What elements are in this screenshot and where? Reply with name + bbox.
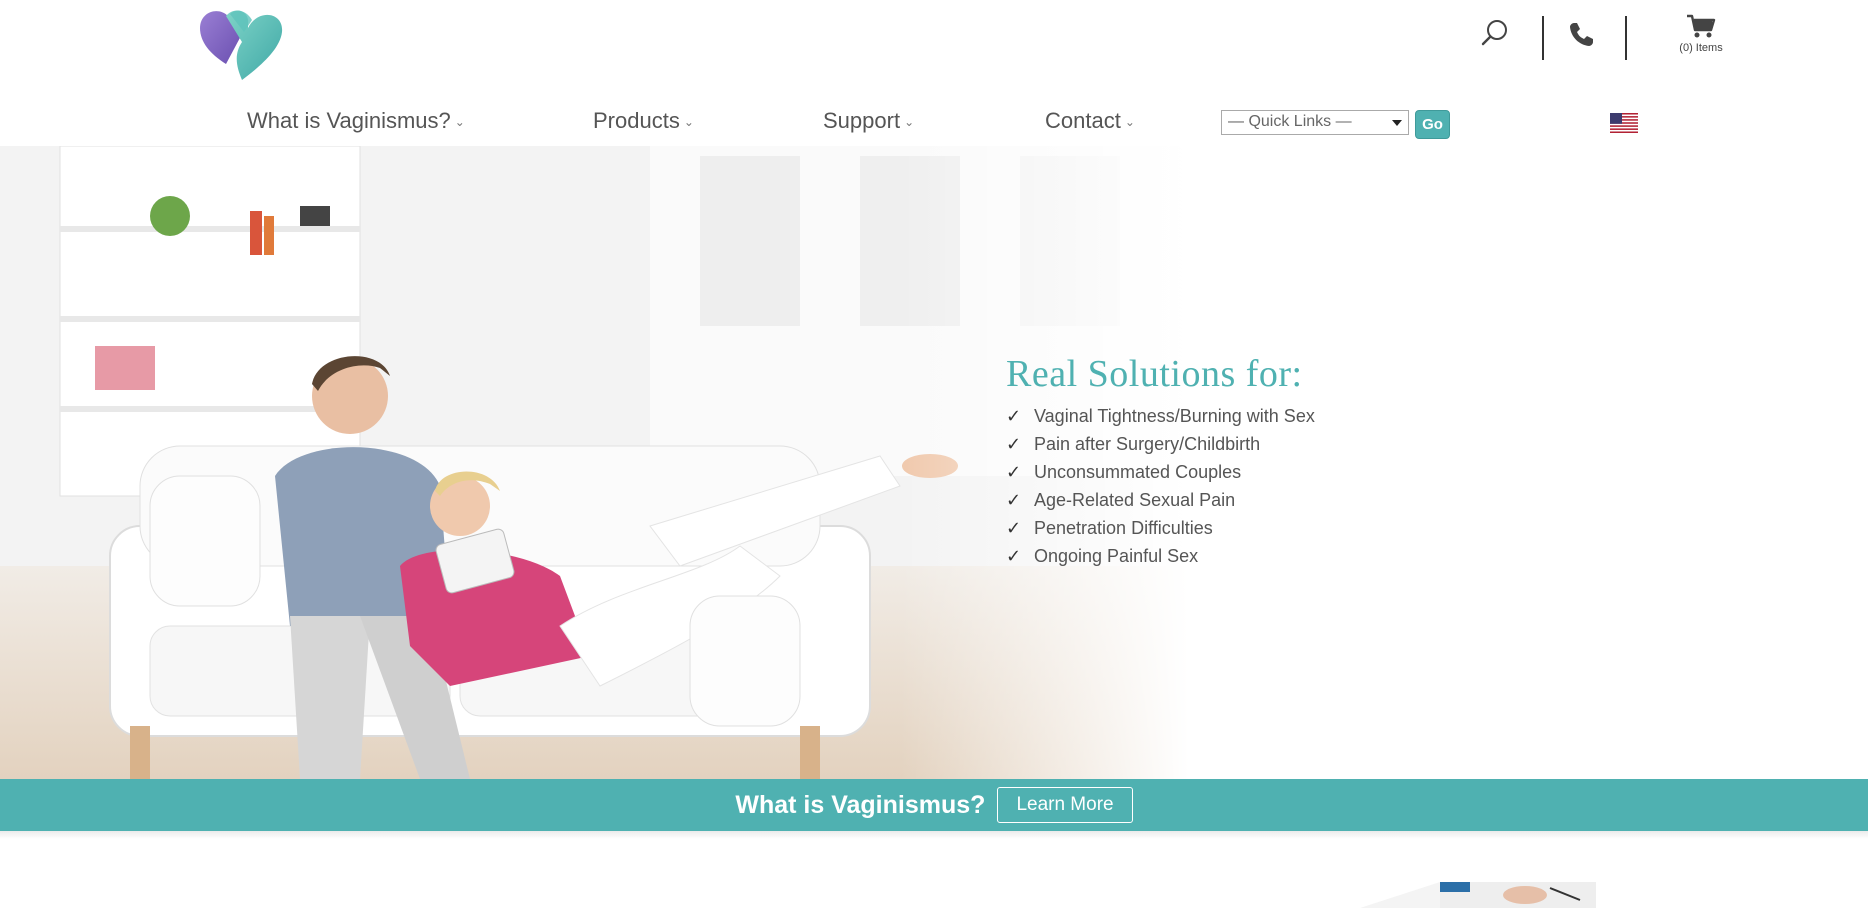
- header-divider: [1625, 16, 1627, 60]
- hero-text-block: Real Solutions for: ✓ Vaginal Tightness/B…: [1006, 352, 1315, 570]
- list-item-text: Pain after Surgery/Childbirth: [1034, 434, 1261, 454]
- us-flag-icon[interactable]: [1610, 113, 1638, 133]
- dropdown-caret-icon: [1392, 120, 1402, 126]
- hero-section: Real Solutions for: ✓ Vaginal Tightness/B…: [0, 146, 1868, 779]
- chevron-down-icon: ⌄: [904, 115, 915, 130]
- main-nav: What is Vaginismus? ⌄ Products ⌄ Support ⌄ …: [0, 108, 1868, 140]
- list-item-text: Age-Related Sexual Pain: [1034, 490, 1236, 510]
- list-item: ✓ Vaginal Tightness/Burning with Sex: [1006, 402, 1315, 430]
- cart-count: (0) Items: [1679, 42, 1723, 54]
- check-icon: ✓: [1006, 518, 1022, 538]
- check-icon: ✓: [1006, 490, 1022, 510]
- hero-list: ✓ Vaginal Tightness/Burning with Sex ✓ Pai…: [1006, 402, 1315, 570]
- chevron-down-icon: ⌄: [683, 115, 694, 130]
- learn-more-button[interactable]: Learn More: [997, 787, 1133, 823]
- nav-item-label: Support: [823, 108, 901, 133]
- vaginismus-banner: What is Vaginismus? Learn More: [0, 779, 1868, 831]
- nav-item-label: Products: [593, 108, 680, 133]
- banner-text: What is Vaginismus?: [735, 790, 986, 819]
- check-icon: ✓: [1006, 462, 1022, 482]
- check-icon: ✓: [1006, 546, 1022, 566]
- go-button[interactable]: Go: [1415, 110, 1450, 139]
- list-item-text: Vaginal Tightness/Burning with Sex: [1034, 406, 1315, 426]
- banner-shadow: [0, 831, 1868, 839]
- nav-item-what-is-vaginismus[interactable]: What is Vaginismus? ⌄: [247, 108, 465, 134]
- search-icon[interactable]: [1480, 18, 1510, 48]
- chevron-down-icon: ⌄: [454, 115, 465, 130]
- check-icon: ✓: [1006, 406, 1022, 426]
- quick-links-value: — Quick Links —: [1228, 113, 1352, 130]
- cart-button[interactable]: (0) Items: [1650, 14, 1752, 54]
- cart-icon: [1687, 14, 1716, 38]
- list-item: ✓ Penetration Difficulties: [1006, 514, 1315, 542]
- list-item-text: Penetration Difficulties: [1034, 518, 1213, 538]
- phone-icon[interactable]: [1568, 20, 1596, 48]
- nav-item-label: What is Vaginismus?: [247, 108, 451, 133]
- list-item: ✓ Ongoing Painful Sex: [1006, 542, 1315, 570]
- chevron-down-icon: ⌄: [1124, 115, 1135, 130]
- list-item: ✓ Age-Related Sexual Pain: [1006, 486, 1315, 514]
- list-item: ✓ Unconsummated Couples: [1006, 458, 1315, 486]
- nav-item-contact[interactable]: Contact ⌄: [1045, 108, 1135, 134]
- nav-item-support[interactable]: Support ⌄: [823, 108, 914, 134]
- header-divider: [1542, 16, 1544, 60]
- product-image: [1360, 882, 1596, 908]
- list-item-text: Unconsummated Couples: [1034, 462, 1242, 482]
- heart-logo-icon[interactable]: [196, 6, 286, 82]
- list-item-text: Ongoing Painful Sex: [1034, 546, 1199, 566]
- check-icon: ✓: [1006, 434, 1022, 454]
- list-item: ✓ Pain after Surgery/Childbirth: [1006, 430, 1315, 458]
- hero-title: Real Solutions for:: [1006, 353, 1303, 395]
- nav-item-label: Contact: [1045, 108, 1121, 133]
- quick-links-select[interactable]: — Quick Links —: [1221, 110, 1409, 135]
- nav-item-products[interactable]: Products ⌄: [593, 108, 694, 134]
